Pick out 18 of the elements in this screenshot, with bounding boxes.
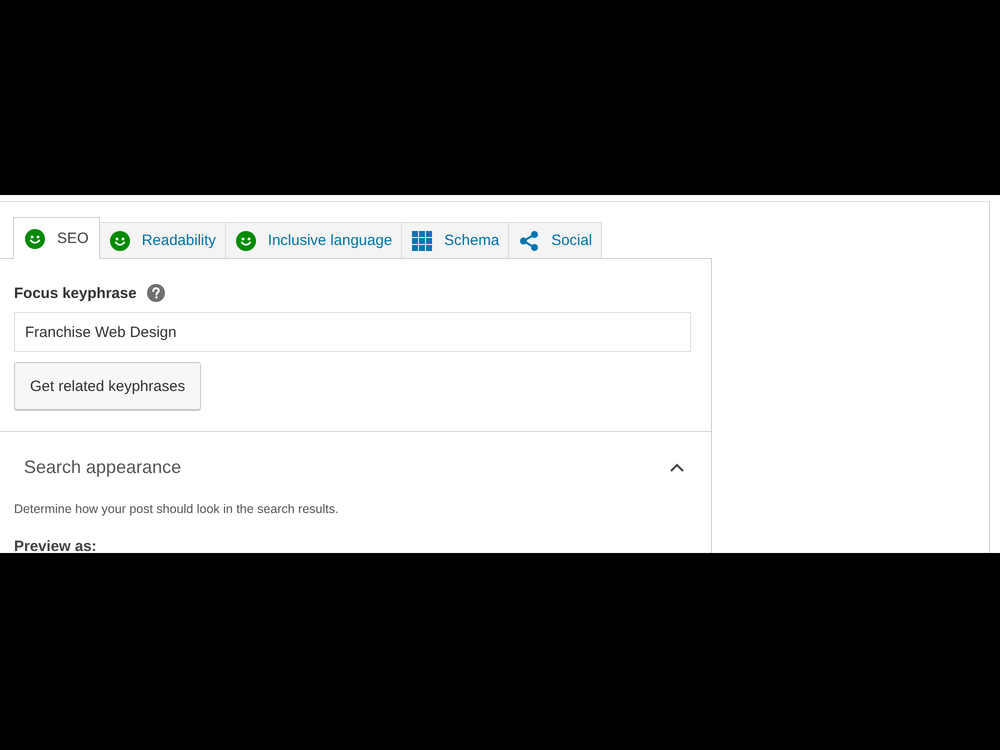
get-related-keyphrases-button[interactable]: Get related keyphrases xyxy=(14,362,202,410)
tab[interactable]: SEO xyxy=(13,217,100,259)
focus-keyphrase-field[interactable]: Franchise Web Design xyxy=(14,312,691,352)
smiley-icon xyxy=(25,228,45,248)
section-description: Determine how your post should look in the search results. xyxy=(14,502,340,516)
section-title: Search appearance xyxy=(24,456,182,478)
smiley-icon xyxy=(236,230,256,250)
tab[interactable]: Readability xyxy=(100,222,226,258)
grid-icon xyxy=(412,230,432,250)
tab[interactable]: Inclusive language xyxy=(226,222,402,258)
focus-keyphrase-label: Focus keyphrase xyxy=(14,284,137,302)
smiley-icon xyxy=(110,230,130,250)
preview-label: Preview as: xyxy=(14,538,98,553)
help-icon[interactable] xyxy=(146,284,165,302)
tab[interactable]: Social xyxy=(509,222,602,258)
chevron-up-icon[interactable] xyxy=(670,462,684,472)
tab[interactable]: Schema xyxy=(402,222,510,258)
share-icon xyxy=(519,230,540,250)
